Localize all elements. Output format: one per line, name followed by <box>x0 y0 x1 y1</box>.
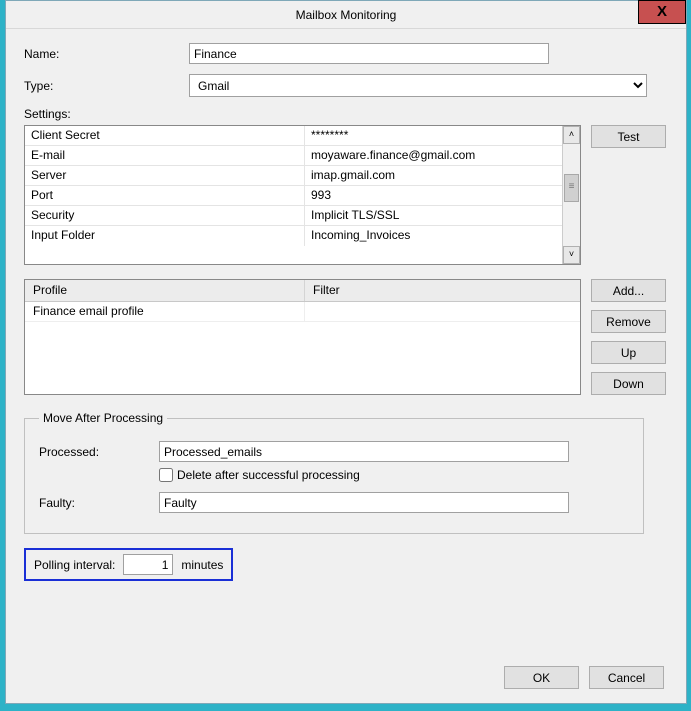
add-button[interactable]: Add... <box>591 279 666 302</box>
scroll-down-button[interactable]: ˅ <box>563 246 580 264</box>
type-select[interactable]: Gmail <box>189 74 647 97</box>
filter-column-header[interactable]: Filter <box>305 280 580 301</box>
window-title: Mailbox Monitoring <box>296 8 397 22</box>
settings-grid-body: Client Secret ******** E-mail moyaware.f… <box>25 126 562 264</box>
name-label: Name: <box>24 47 189 61</box>
faulty-input[interactable] <box>159 492 569 513</box>
delete-after-checkbox[interactable] <box>159 468 173 482</box>
settings-row[interactable]: Server imap.gmail.com <box>25 166 562 186</box>
settings-key: Input Folder <box>25 226 305 246</box>
close-button[interactable]: X <box>638 0 686 24</box>
move-after-legend: Move After Processing <box>39 411 167 425</box>
delete-after-label: Delete after successful processing <box>177 468 360 482</box>
name-input[interactable] <box>189 43 549 64</box>
test-button[interactable]: Test <box>591 125 666 148</box>
settings-grid: Client Secret ******** E-mail moyaware.f… <box>24 125 581 265</box>
profile-grid-header: Profile Filter <box>25 280 580 302</box>
settings-scrollbar[interactable]: ˄ ≡ ˅ <box>562 126 580 264</box>
profile-cell: Finance email profile <box>25 302 305 321</box>
settings-key: E-mail <box>25 146 305 165</box>
type-label: Type: <box>24 79 189 93</box>
up-button[interactable]: Up <box>591 341 666 364</box>
scroll-thumb[interactable]: ≡ <box>564 174 579 202</box>
settings-value: ******** <box>305 126 562 145</box>
settings-row[interactable]: Security Implicit TLS/SSL <box>25 206 562 226</box>
ok-button[interactable]: OK <box>504 666 579 689</box>
move-after-processing-group: Move After Processing Processed: Delete … <box>24 411 644 534</box>
dialog-content: Name: Type: Gmail Settings: Client Secre… <box>6 29 686 593</box>
settings-row[interactable]: Client Secret ******** <box>25 126 562 146</box>
polling-unit-label: minutes <box>181 558 223 572</box>
profile-row[interactable]: Finance email profile <box>25 302 580 322</box>
settings-label: Settings: <box>24 107 668 121</box>
down-button[interactable]: Down <box>591 372 666 395</box>
faulty-label: Faulty: <box>39 496 159 510</box>
cancel-button[interactable]: Cancel <box>589 666 664 689</box>
title-bar: Mailbox Monitoring X <box>6 1 686 29</box>
settings-row[interactable]: Input Folder Incoming_Invoices <box>25 226 562 246</box>
processed-input[interactable] <box>159 441 569 462</box>
settings-value: imap.gmail.com <box>305 166 562 185</box>
settings-key: Port <box>25 186 305 205</box>
settings-row[interactable]: Port 993 <box>25 186 562 206</box>
scroll-track[interactable]: ≡ <box>563 144 580 246</box>
dialog-window: Mailbox Monitoring X Name: Type: Gmail S… <box>5 0 687 704</box>
scroll-up-button[interactable]: ˄ <box>563 126 580 144</box>
polling-label: Polling interval: <box>34 558 115 572</box>
profile-column-header[interactable]: Profile <box>25 280 305 301</box>
polling-interval-group: Polling interval: minutes <box>24 548 233 581</box>
settings-value: moyaware.finance@gmail.com <box>305 146 562 165</box>
processed-label: Processed: <box>39 445 159 459</box>
polling-interval-input[interactable] <box>123 554 173 575</box>
settings-key: Client Secret <box>25 126 305 145</box>
settings-key: Security <box>25 206 305 225</box>
close-icon: X <box>657 3 667 20</box>
profile-grid: Profile Filter Finance email profile <box>24 279 581 395</box>
chevron-up-icon: ˄ <box>569 129 574 139</box>
settings-value: 993 <box>305 186 562 205</box>
settings-key: Server <box>25 166 305 185</box>
grip-icon: ≡ <box>565 175 578 199</box>
settings-row[interactable]: E-mail moyaware.finance@gmail.com <box>25 146 562 166</box>
remove-button[interactable]: Remove <box>591 310 666 333</box>
settings-value: Incoming_Invoices <box>305 226 562 246</box>
settings-value: Implicit TLS/SSL <box>305 206 562 225</box>
chevron-down-icon: ˅ <box>569 249 574 259</box>
filter-cell <box>305 302 580 321</box>
